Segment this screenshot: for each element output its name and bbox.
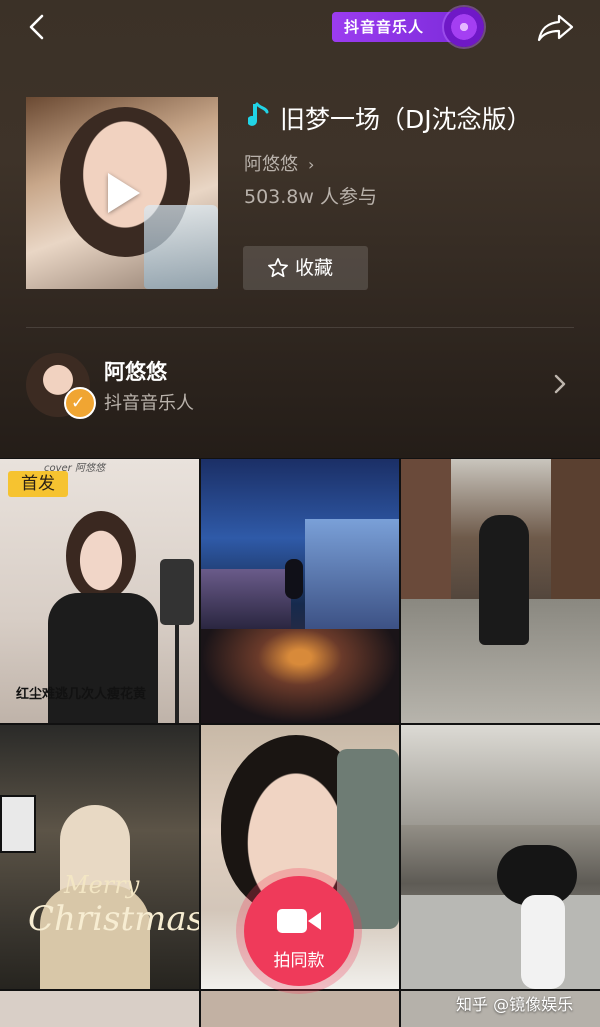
participant-count: 503.8w 人参与 [244,186,377,208]
song-cover[interactable] [26,97,218,289]
brand-label: 抖音音乐人 [344,18,425,36]
video-caption: 红尘难逃几次人瘦花黄 [16,687,147,702]
camera-icon [277,909,321,933]
star-icon [268,258,288,278]
verified-check-icon: ✓ [64,387,96,419]
chevron-right-icon: › [308,155,315,174]
watermark: 知乎 @镜像娱乐 [456,995,574,1014]
video-thumbnail-wall [551,459,600,609]
video-thumbnail-figure [479,515,529,645]
back-chevron-icon[interactable] [22,12,52,42]
music-header: 抖音音乐人 旧梦一场（DJ沈念版） 阿悠悠 › 503.8w 人参与 收藏 ✓ 阿… [0,0,600,458]
shoot-same-button[interactable]: 拍同款 [244,876,354,986]
video-thumbnail-train [201,569,291,629]
video-tile[interactable] [401,459,600,723]
chevron-right-icon[interactable] [552,372,568,396]
share-icon[interactable] [536,12,576,44]
creator-name[interactable]: 阿悠悠 [104,356,167,386]
video-tile[interactable] [401,725,600,989]
video-overlay-text: Merry [64,871,140,899]
video-tile[interactable]: Merry Christmas [0,725,199,989]
video-overlay-text: Christmas [28,899,199,939]
song-title-text: 旧梦一场（DJ沈念版） [280,105,532,134]
favorite-label: 收藏 [295,257,334,279]
video-thumbnail-city [201,629,399,723]
video-thumbnail-tripod [160,559,194,723]
video-thumbnail-wall [401,459,451,609]
shoot-same-label: 拍同款 [273,951,325,971]
artist-link[interactable]: 阿悠悠 › [244,150,314,176]
favorite-button[interactable]: 收藏 [243,246,368,290]
video-tile[interactable] [201,459,399,723]
cover-credit: cover 阿悠悠 [44,463,105,474]
video-thumbnail-sign [0,795,36,853]
song-title: 旧梦一场（DJ沈念版） [248,100,532,136]
video-thumbnail-person [497,845,577,989]
video-thumbnail-ceiling [401,725,600,825]
first-release-badge: 首发 [8,471,68,497]
play-icon[interactable] [108,173,140,213]
cover-photo-glass [144,205,218,289]
artist-name: 阿悠悠 [244,154,298,175]
video-tile[interactable]: 首发 cover 阿悠悠 红尘难逃几次人瘦花黄 [0,459,199,723]
brand-disc-icon [444,7,484,47]
video-tile[interactable] [0,991,199,1027]
video-thumbnail-figure [285,559,303,599]
video-tile[interactable] [201,991,399,1027]
creator-role: 抖音音乐人 [104,393,194,414]
divider [26,327,574,328]
